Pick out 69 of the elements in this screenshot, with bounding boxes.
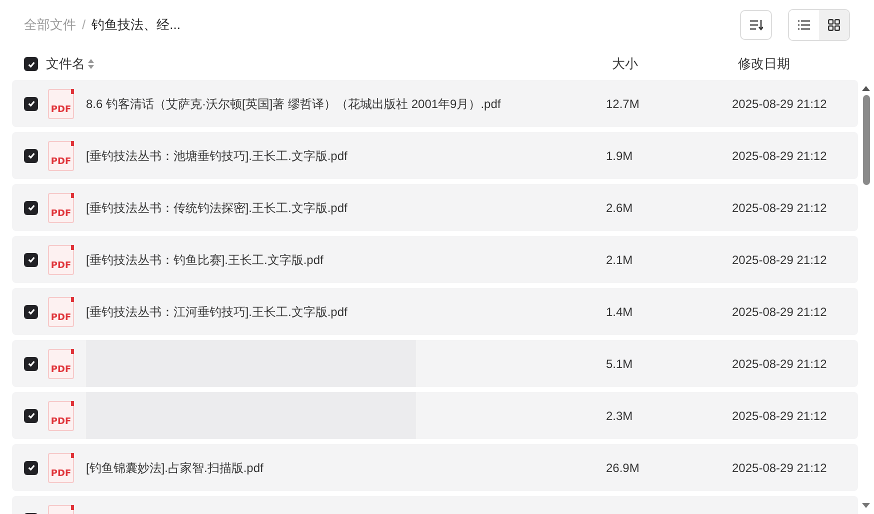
checkbox[interactable] bbox=[24, 460, 38, 474]
file-size: 1.4M bbox=[606, 304, 634, 320]
pdf-file-icon: PDF bbox=[48, 452, 74, 482]
checkbox[interactable] bbox=[24, 304, 38, 318]
checkbox[interactable] bbox=[24, 57, 38, 71]
file-name[interactable]: [垂钓技法丛书：池塘垂钓技巧].王长工.文字版.pdf bbox=[86, 146, 348, 164]
scroll-up-icon[interactable] bbox=[862, 86, 870, 91]
breadcrumb-link[interactable]: 钓鱼技法、经... bbox=[92, 15, 180, 35]
check-icon bbox=[26, 203, 36, 212]
pdf-file-icon: PDF bbox=[48, 244, 74, 274]
column-header: 大小 bbox=[612, 55, 639, 74]
file-size: 26.9M bbox=[606, 460, 640, 476]
checkbox[interactable] bbox=[24, 408, 38, 422]
file-name[interactable]: [垂钓技法丛书：传统钓法探密].王长工.文字版.pdf bbox=[86, 198, 348, 216]
pdf-file-icon: PDF bbox=[48, 192, 74, 222]
sort-icon bbox=[749, 19, 763, 31]
grid-view-button[interactable] bbox=[819, 10, 849, 40]
check-icon bbox=[26, 99, 36, 108]
file-row[interactable]: PDF [钓鱼锦囊妙法].占家智.扫描版.pdf 26.9M 2025-08-29 21:12 bbox=[12, 444, 858, 491]
file-row[interactable]: PDF [垂钓技法丛书：钓鱼比赛].王长工.文字版.pdf 2.1M 2025-08-29 21:12 bbox=[12, 236, 858, 283]
file-name[interactable]: 8.6 钓客清话（艾萨克·沃尔顿[英国]著 缪哲译）（花城出版社 2001年9月）.pdf bbox=[86, 94, 501, 112]
sort-arrows-icon bbox=[88, 59, 94, 69]
modified-date: 2025-08-29 21:12 bbox=[732, 200, 828, 216]
checkbox[interactable] bbox=[24, 96, 38, 110]
file-size: 12.7M bbox=[606, 96, 640, 112]
sort-button[interactable] bbox=[740, 10, 772, 40]
pdf-file-icon: PDF bbox=[48, 140, 74, 170]
modified-date: 2025-08-29 21:12 bbox=[732, 96, 828, 112]
list-icon bbox=[798, 20, 810, 30]
check-icon bbox=[26, 307, 36, 316]
checkbox[interactable] bbox=[24, 252, 38, 266]
checkbox[interactable] bbox=[24, 200, 38, 214]
check-icon bbox=[26, 411, 36, 420]
file-size: 1.9M bbox=[606, 148, 634, 164]
file-row[interactable]: PDF [垂钓技法丛书：江河垂钓技巧].王长工.文字版.pdf 1.4M 2025-08-29 21:12 bbox=[12, 288, 858, 335]
checkbox[interactable] bbox=[24, 356, 38, 370]
pdf-file-icon: PDF bbox=[48, 400, 74, 430]
pdf-file-icon: PDF bbox=[48, 296, 74, 326]
file-row[interactable]: PDF 8.6 钓客清话（艾萨克·沃尔顿[英国]著 缪哲译）（花城出版社 2001年9月）.pdf 12.7M 2025-08-29 21:12 bbox=[12, 80, 858, 127]
pdf-file-icon: PDF bbox=[48, 88, 74, 118]
file-size: 2.1M bbox=[606, 252, 634, 268]
file-size: 5.1M bbox=[606, 356, 634, 372]
column-header: 修改日期 bbox=[738, 55, 791, 74]
file-name[interactable]: [钓鱼锦囊妙法].占家智.扫描版.pdf bbox=[86, 458, 264, 476]
checkbox[interactable] bbox=[24, 148, 38, 162]
file-row[interactable]: PDF 5.1M 2025-08-29 21:12 bbox=[12, 340, 858, 387]
check-icon bbox=[26, 255, 36, 264]
pdf-file-icon: PDF bbox=[48, 348, 74, 378]
file-row[interactable]: PDF 2.3M 2025-08-29 21:12 bbox=[12, 392, 858, 439]
scroll-down-icon[interactable] bbox=[862, 503, 870, 508]
check-icon bbox=[26, 463, 36, 472]
file-row[interactable]: PDF [垂钓技法丛书：池塘垂钓技巧].王长工.文字版.pdf 1.9M 2025-08-29 21:12 bbox=[12, 132, 858, 179]
grid-icon bbox=[828, 19, 840, 31]
check-icon bbox=[26, 60, 36, 68]
modified-date: 2025-08-29 21:12 bbox=[732, 356, 828, 372]
modified-date: 2025-08-29 21:12 bbox=[732, 148, 828, 164]
check-icon bbox=[26, 359, 36, 368]
modified-date: 2025-08-29 21:12 bbox=[732, 304, 828, 320]
file-name[interactable]: [垂钓技法丛书：钓鱼比赛].王长工.文字版.pdf bbox=[86, 250, 324, 268]
modified-date: 2025-08-29 21:12 bbox=[732, 252, 828, 268]
file-row[interactable]: PDF [垂钓技法丛书：传统钓法探密].王长工.文字版.pdf 2.6M 2025-08-29 21:12 bbox=[12, 184, 858, 231]
modified-date: 2025-08-29 21:12 bbox=[732, 408, 828, 424]
modified-date: 2025-08-29 21:12 bbox=[732, 460, 828, 476]
check-icon bbox=[26, 151, 36, 160]
column-header[interactable]: 文件名 bbox=[46, 54, 85, 74]
file-size: 2.3M bbox=[606, 408, 634, 424]
file-name[interactable]: [垂钓技法丛书：江河垂钓技巧].王长工.文字版.pdf bbox=[86, 302, 348, 320]
breadcrumb-separator: / bbox=[82, 16, 86, 34]
file-size: 2.6M bbox=[606, 200, 634, 216]
